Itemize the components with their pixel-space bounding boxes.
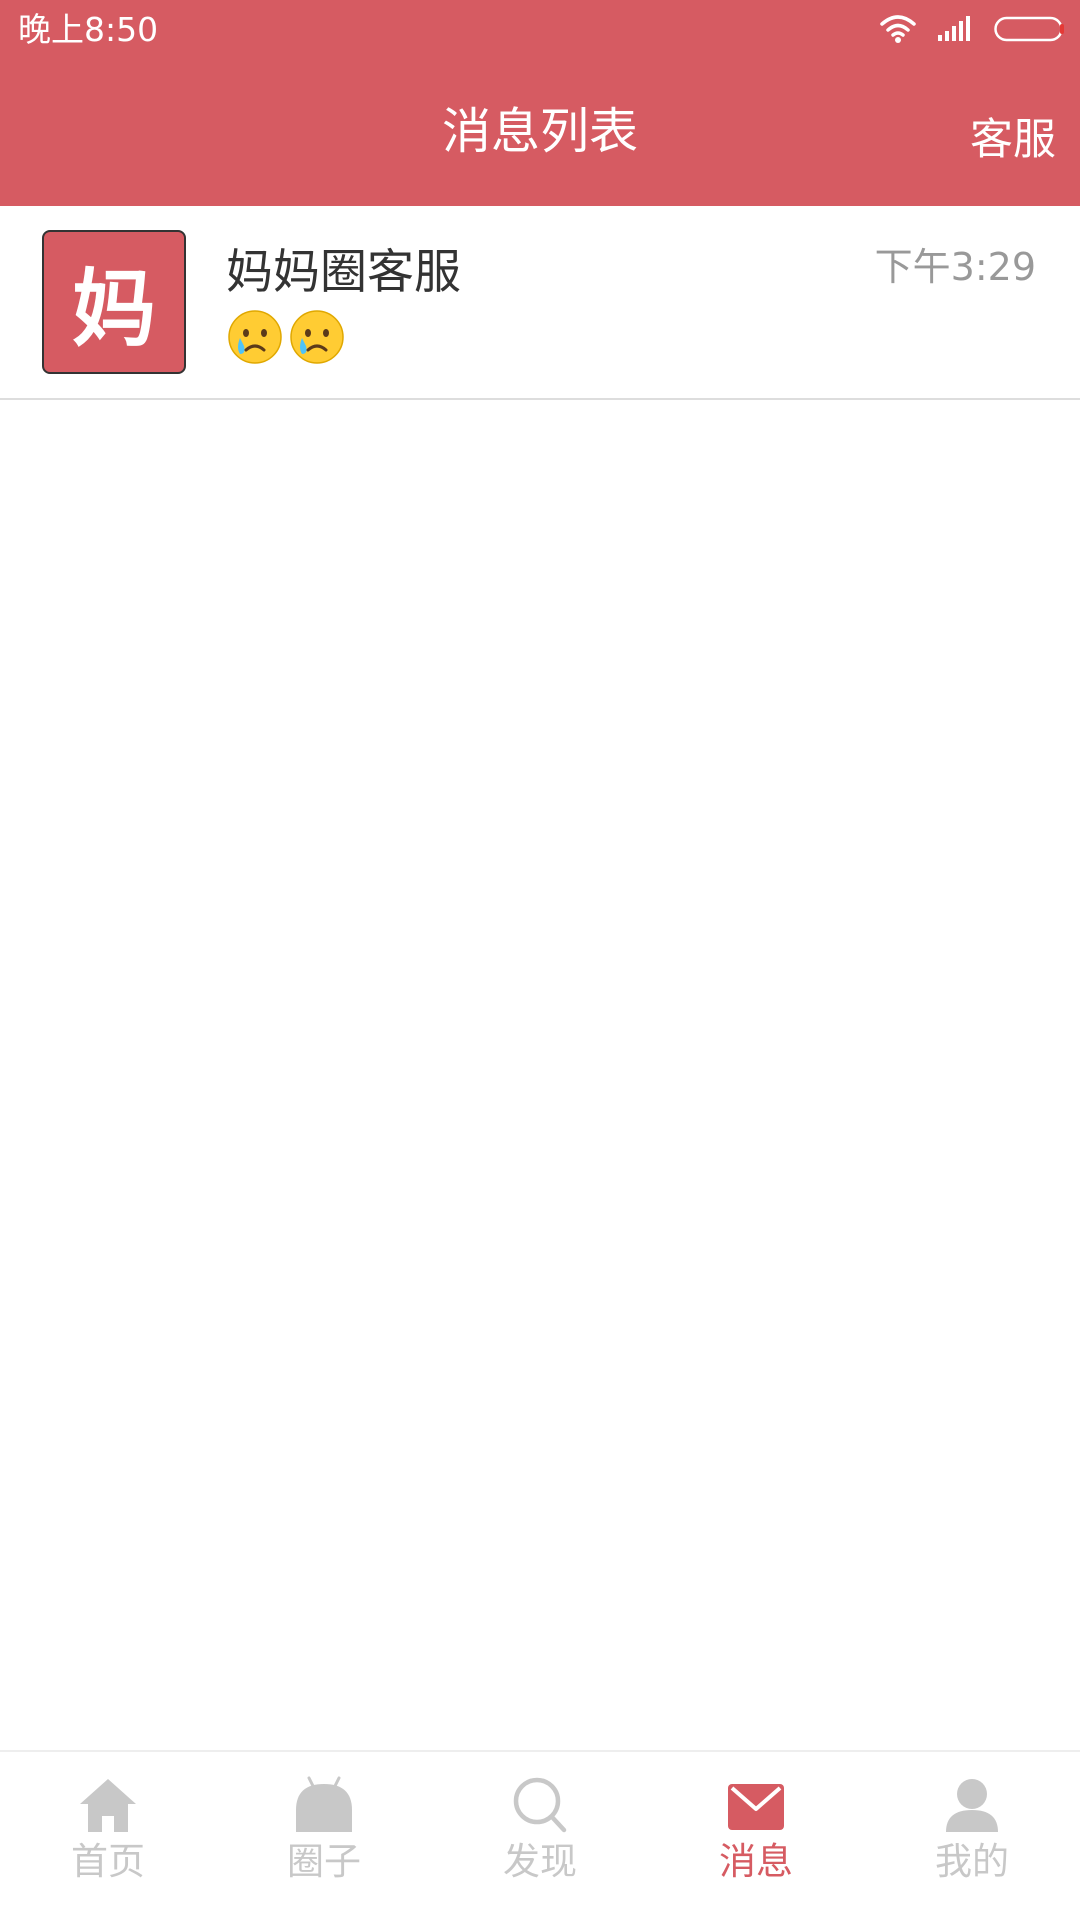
nav-label: 我的 bbox=[935, 1840, 1009, 1883]
avatar: 妈 bbox=[42, 230, 186, 374]
nav-label: 发现 bbox=[503, 1840, 577, 1883]
header: 晚上8:50 消息列表 客服 bbox=[0, 0, 1080, 206]
crying-face-emoji-icon bbox=[226, 308, 284, 366]
circle-icon bbox=[293, 1772, 355, 1834]
title-bar: 消息列表 客服 bbox=[0, 60, 1080, 206]
nav-item-profile[interactable]: 我的 bbox=[864, 1752, 1080, 1920]
nav-item-messages[interactable]: 消息 bbox=[648, 1752, 864, 1920]
status-icons bbox=[878, 14, 1066, 48]
signal-icon bbox=[936, 15, 976, 47]
status-bar: 晚上8:50 bbox=[0, 0, 1080, 60]
profile-icon bbox=[941, 1772, 1003, 1834]
wifi-icon bbox=[878, 14, 918, 48]
nav-label: 消息 bbox=[719, 1840, 793, 1883]
bottom-nav: 首页 圈子 发现 消息 我的 bbox=[0, 1750, 1080, 1920]
app-root: 晚上8:50 消息列表 客服 妈 妈妈圈客服 下午3:29 首页 圈子 发现 消… bbox=[0, 0, 1080, 1920]
customer-service-button[interactable]: 客服 bbox=[970, 115, 1056, 165]
nav-item-discover[interactable]: 发现 bbox=[432, 1752, 648, 1920]
conversation-item[interactable]: 妈 妈妈圈客服 下午3:29 bbox=[0, 206, 1080, 400]
message-preview bbox=[226, 308, 346, 366]
crying-face-emoji-icon bbox=[288, 308, 346, 366]
mail-icon bbox=[725, 1772, 787, 1834]
nav-label: 首页 bbox=[71, 1840, 145, 1883]
sender-name: 妈妈圈客服 bbox=[226, 245, 461, 300]
status-time: 晚上8:50 bbox=[18, 10, 159, 49]
nav-item-home[interactable]: 首页 bbox=[0, 1752, 216, 1920]
home-icon bbox=[77, 1772, 139, 1834]
message-time: 下午3:29 bbox=[874, 245, 1036, 289]
discover-search-icon bbox=[509, 1772, 571, 1834]
message-list: 妈 妈妈圈客服 下午3:29 bbox=[0, 206, 1080, 400]
page-title: 消息列表 bbox=[441, 103, 638, 160]
battery-icon bbox=[994, 15, 1066, 47]
nav-label: 圈子 bbox=[287, 1840, 361, 1883]
nav-item-circle[interactable]: 圈子 bbox=[216, 1752, 432, 1920]
